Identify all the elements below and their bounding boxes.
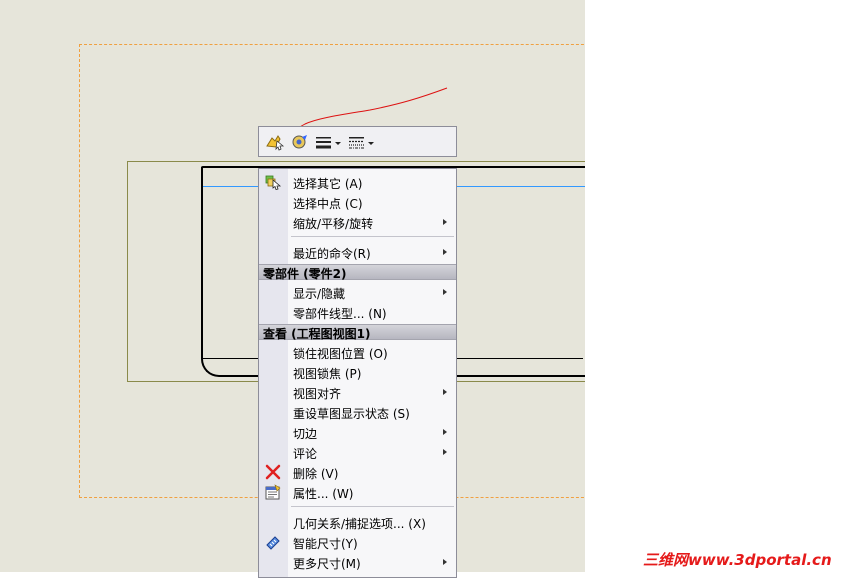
submenu-arrow-icon xyxy=(443,429,447,435)
menu-item-more-dimensions[interactable]: 更多尺寸(M) xyxy=(259,552,456,572)
submenu-arrow-icon xyxy=(443,289,447,295)
menu-item-select-other[interactable]: 选择其它 (A) xyxy=(259,172,456,192)
line-thickness-icon xyxy=(316,136,341,148)
display-style-icon xyxy=(292,134,307,148)
submenu-arrow-icon xyxy=(443,559,447,565)
menu-item-reset-sketch-display[interactable]: 重设草图显示状态 (S) xyxy=(259,402,456,422)
menu-item-lock-view-focus[interactable]: 视图锁焦 (P) xyxy=(259,362,456,382)
select-tool-button[interactable] xyxy=(264,131,286,153)
menu-item-select-midpoint[interactable]: 选择中点 (C) xyxy=(259,192,456,212)
line-style-button[interactable] xyxy=(347,131,377,153)
menu-item-delete[interactable]: 删除 (V) xyxy=(259,462,456,482)
smart-dimension-icon xyxy=(264,534,282,550)
menu-separator xyxy=(291,506,454,507)
menu-item-properties[interactable]: 属性... (W) xyxy=(259,482,456,502)
menu-item-zoom-pan-rotate[interactable]: 缩放/平移/旋转 xyxy=(259,212,456,232)
menu-item-view-alignment[interactable]: 视图对齐 xyxy=(259,382,456,402)
menu-item-comment[interactable]: 评论 xyxy=(259,442,456,462)
context-toolbar xyxy=(258,126,457,157)
select-tool-icon xyxy=(266,134,285,151)
menu-header-view: 查看 (工程图视图1) xyxy=(259,324,456,341)
display-style-button[interactable] xyxy=(289,131,311,153)
line-thickness-button[interactable] xyxy=(314,131,344,153)
menu-item-recent-commands[interactable]: 最近的命令(R) xyxy=(259,242,456,262)
menu-header-component: 零部件 (零件2) xyxy=(259,264,456,281)
menu-item-tangent-edge[interactable]: 切边 xyxy=(259,422,456,442)
context-menu: 选择其它 (A) 选择中点 (C) 缩放/平移/旋转 最近的命令(R) 零部件 … xyxy=(258,168,457,578)
select-other-icon xyxy=(264,174,282,190)
submenu-arrow-icon xyxy=(443,219,447,225)
submenu-arrow-icon xyxy=(443,389,447,395)
menu-separator xyxy=(291,236,454,237)
menu-item-relations-snaps[interactable]: 几何关系/捕捉选项... (X) xyxy=(259,512,456,532)
menu-item-show-hide[interactable]: 显示/隐藏 xyxy=(259,282,456,302)
delete-icon xyxy=(264,464,282,480)
submenu-arrow-icon xyxy=(443,449,447,455)
menu-item-lock-view-position[interactable]: 锁住视图位置 (O) xyxy=(259,342,456,362)
menu-item-component-line-font[interactable]: 零部件线型... (N) xyxy=(259,302,456,322)
watermark: 三维网www.3dportal.cn xyxy=(643,551,832,569)
line-style-icon xyxy=(349,136,374,148)
menu-item-smart-dimension[interactable]: 智能尺寸(Y) xyxy=(259,532,456,552)
submenu-arrow-icon xyxy=(443,249,447,255)
properties-icon xyxy=(264,484,282,500)
